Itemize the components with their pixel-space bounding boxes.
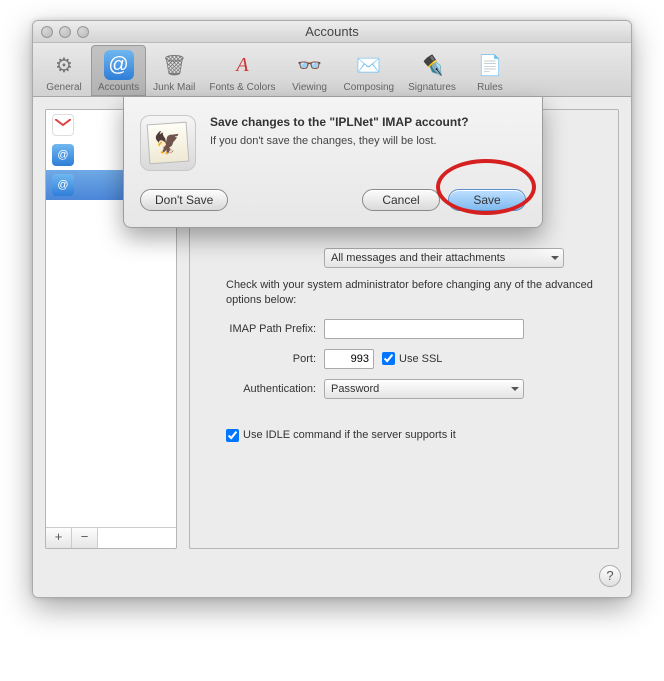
preferences-toolbar: ⚙ General @ Accounts 🗑 Junk Mail A Fonts… [33, 43, 631, 97]
signature-icon: ✒️ [417, 50, 447, 80]
preferences-window: Accounts ⚙ General @ Accounts 🗑 Junk Mai… [32, 20, 632, 598]
toolbar-junk-mail[interactable]: 🗑 Junk Mail [146, 45, 202, 96]
use-ssl-checkbox[interactable]: Use SSL [382, 352, 442, 365]
toolbar-rules[interactable]: 📄 Rules [463, 45, 517, 96]
viewing-icon: 👓 [295, 50, 325, 80]
sidebar-footer: + − [46, 527, 176, 548]
window-title: Accounts [33, 24, 631, 39]
keep-copies-select[interactable]: All messages and their attachments [324, 248, 564, 268]
toolbar-fonts-colors[interactable]: A Fonts & Colors [202, 45, 282, 96]
sheet-subtitle: If you don't save the changes, they will… [210, 135, 526, 147]
at-icon: @ [52, 144, 74, 166]
window-body: @ @ + − All messages and their attac [33, 97, 631, 597]
dont-save-button[interactable]: Don't Save [140, 189, 228, 211]
imap-prefix-label: IMAP Path Prefix: [206, 323, 316, 335]
save-changes-sheet: 🦅 Save changes to the "IPLNet" IMAP acco… [123, 97, 543, 228]
cancel-button[interactable]: Cancel [362, 189, 440, 211]
use-idle-input[interactable] [226, 429, 239, 442]
imap-prefix-input[interactable] [324, 319, 524, 339]
toolbar-composing[interactable]: ✉️ Composing [337, 45, 402, 96]
switch-icon: ⚙ [49, 50, 79, 80]
composing-icon: ✉️ [354, 50, 384, 80]
stamp-icon: 🦅 [147, 122, 190, 165]
at-icon: @ [52, 174, 74, 196]
port-label: Port: [206, 353, 316, 365]
save-button[interactable]: Save [448, 189, 526, 211]
rules-icon: 📄 [475, 50, 505, 80]
add-account-button[interactable]: + [46, 528, 72, 548]
at-icon: @ [104, 50, 134, 80]
help-button[interactable]: ? [599, 565, 621, 587]
gmail-icon [52, 114, 74, 136]
authentication-select[interactable]: Password [324, 379, 524, 399]
sheet-title: Save changes to the "IPLNet" IMAP accoun… [210, 115, 526, 129]
toolbar-accounts[interactable]: @ Accounts [91, 45, 146, 96]
trash-icon: 🗑 [159, 50, 189, 80]
toolbar-signatures[interactable]: ✒️ Signatures [401, 45, 463, 96]
toolbar-viewing[interactable]: 👓 Viewing [283, 45, 337, 96]
mail-app-icon: 🦅 [140, 115, 196, 171]
use-ssl-input[interactable] [382, 352, 395, 365]
remove-account-button[interactable]: − [72, 528, 98, 548]
port-input[interactable] [324, 349, 374, 369]
authentication-label: Authentication: [206, 383, 316, 395]
titlebar: Accounts [33, 21, 631, 43]
toolbar-general[interactable]: ⚙ General [37, 45, 91, 96]
admin-note: Check with your system administrator bef… [226, 278, 602, 309]
use-idle-checkbox[interactable]: Use IDLE command if the server supports … [226, 429, 602, 442]
fonts-icon: A [227, 50, 257, 80]
